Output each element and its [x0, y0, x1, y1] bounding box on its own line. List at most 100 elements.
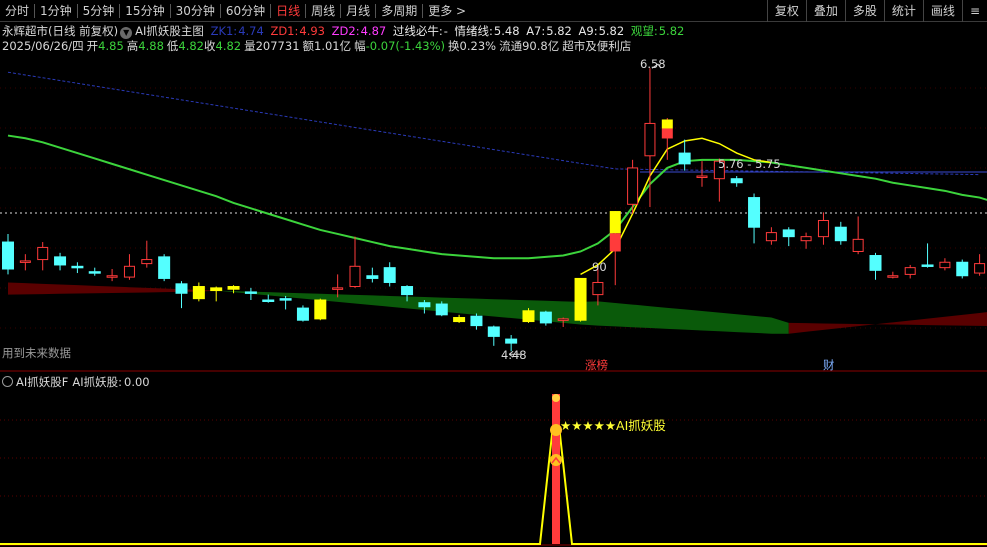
- limit-up-badge[interactable]: 涨榜: [585, 357, 608, 373]
- candle-body: [661, 128, 673, 139]
- candle-body: [314, 299, 327, 320]
- indicator-name[interactable]: AI抓妖股主图: [135, 24, 204, 38]
- tool-button-0[interactable]: 复权: [766, 0, 806, 22]
- candle-body: [192, 286, 205, 300]
- tool-button-1[interactable]: 叠加: [805, 0, 845, 22]
- period-tab-8[interactable]: 月线: [341, 0, 375, 22]
- period-tab-6[interactable]: 日线: [271, 0, 305, 22]
- candle-body: [852, 238, 864, 252]
- period-tab-10[interactable]: 更多 >: [423, 0, 471, 22]
- period-tab-2[interactable]: 5分钟: [78, 0, 120, 22]
- candle-body: [765, 232, 777, 242]
- gx-label: 过线必牛:: [392, 24, 443, 38]
- candle-body: [470, 315, 483, 327]
- turn-label: 换: [448, 39, 460, 53]
- candle-body: [19, 260, 31, 263]
- indicator-header: 永辉超市(日线 前复权) ▼ AI抓妖股主图 ZK1:4.74 ZD1:4.93 Z…: [2, 23, 687, 39]
- zd1-label: ZD1:: [270, 24, 299, 38]
- candle-body: [887, 275, 899, 278]
- sub-value-label: AI抓妖股:: [72, 375, 123, 389]
- open-label: 开: [86, 39, 99, 53]
- candle-body: [175, 283, 188, 294]
- gx-value: -: [443, 24, 448, 38]
- blue-ma-line: [7, 71, 980, 176]
- chg-label: 幅: [354, 39, 366, 53]
- candle-body: [2, 241, 14, 270]
- close-label: 收: [204, 39, 216, 53]
- candle-body: [574, 277, 587, 321]
- candle-body: [730, 178, 743, 184]
- candle-body: [956, 261, 969, 277]
- turn-value: 0.23%: [459, 39, 497, 53]
- high-value: 4.88: [138, 39, 164, 53]
- low-price-label: 4.48: [501, 348, 527, 362]
- up-arrow-icon: [550, 454, 562, 466]
- marker-90: 90: [592, 260, 607, 274]
- candle-body: [123, 265, 135, 278]
- candle-body: [609, 233, 621, 252]
- period-tab-9[interactable]: 多周期: [376, 0, 422, 22]
- candle-body: [939, 261, 951, 269]
- candle-body: [383, 267, 396, 283]
- candle-body: [435, 303, 448, 316]
- candle-body: [974, 263, 986, 274]
- chg-value: -0.07(-1.43%): [365, 39, 446, 53]
- menu-icon[interactable]: ≡: [961, 0, 987, 22]
- zd2-value: 4.87: [360, 24, 387, 38]
- vol-label: 量: [244, 39, 256, 53]
- period-tab-1[interactable]: 1分钟: [35, 0, 77, 22]
- period-tab-4[interactable]: 30分钟: [171, 0, 220, 22]
- circle-icon[interactable]: [2, 376, 13, 387]
- low-value: 4.82: [178, 39, 204, 53]
- candle-body: [904, 267, 916, 275]
- low-label: 低: [166, 39, 179, 53]
- candle-body: [141, 259, 153, 265]
- candle-body: [88, 271, 101, 274]
- candle-body: [54, 256, 67, 266]
- candle-body: [627, 167, 639, 205]
- high-label: 高: [126, 39, 139, 53]
- cloud-red-2: [788, 312, 987, 334]
- quote-line: 2025/06/26/四 开4.85 高4.88 低4.82收4.82 量207731 额…: [2, 38, 634, 54]
- candle-body: [834, 226, 847, 242]
- candle-body: [401, 286, 414, 296]
- zd1-value: 4.93: [299, 24, 325, 38]
- tool-buttons: 复权 叠加 多股 统计 画线 ≡: [766, 0, 987, 22]
- candle-body: [71, 265, 84, 269]
- candle-body: [782, 229, 795, 238]
- qx-value: 5.48: [493, 24, 520, 38]
- industry: 超市及便利店: [562, 39, 632, 53]
- open-value: 4.85: [98, 39, 124, 53]
- signal-dot: [552, 394, 560, 402]
- float-value: 90.8亿: [522, 39, 560, 53]
- candle-body: [609, 211, 621, 234]
- tool-button-3[interactable]: 统计: [883, 0, 923, 22]
- kline-chart[interactable]: [0, 0, 987, 547]
- candle-body: [696, 175, 708, 178]
- period-tabs: 分时 1分钟 5分钟 15分钟 30分钟 60分钟 日线 周线 月线 多周期 更多 >: [0, 0, 471, 22]
- candle-body: [158, 256, 171, 279]
- gw-value: 5.82: [658, 24, 685, 38]
- candle-body: [418, 302, 431, 308]
- period-tab-5[interactable]: 60分钟: [221, 0, 270, 22]
- period-tab-0[interactable]: 分时: [0, 0, 34, 22]
- quote-date: 2025/06/26/四: [2, 39, 84, 53]
- stock-title[interactable]: 永辉超市(日线 前复权): [2, 24, 118, 38]
- tool-button-2[interactable]: 多股: [844, 0, 884, 22]
- candle-body: [366, 275, 379, 279]
- candle-body: [661, 119, 673, 129]
- candle-body: [106, 275, 118, 278]
- sub-panel-name[interactable]: AI抓妖股F: [16, 375, 68, 389]
- finance-badge[interactable]: 财: [823, 357, 835, 373]
- tool-button-4[interactable]: 画线: [922, 0, 962, 22]
- period-tab-3[interactable]: 15分钟: [120, 0, 169, 22]
- candle-body: [800, 236, 812, 242]
- float-label: 流通: [499, 39, 523, 53]
- candle-body: [349, 265, 361, 288]
- candle-body: [817, 219, 829, 238]
- vol-value: 207731: [255, 39, 300, 53]
- period-toolbar: 分时 1分钟 5分钟 15分钟 30分钟 60分钟 日线 周线 月线 多周期 更多 > 复权 叠加 多股…: [0, 0, 987, 22]
- candle-body: [453, 317, 466, 323]
- future-data-note: 用到未来数据: [2, 346, 71, 360]
- period-tab-7[interactable]: 周线: [306, 0, 340, 22]
